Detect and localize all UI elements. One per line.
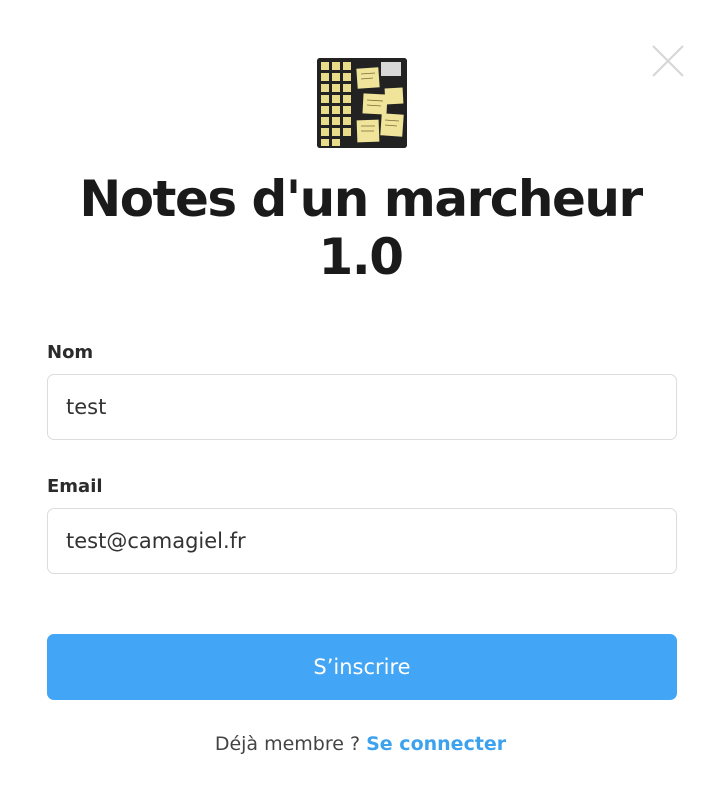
close-icon[interactable] — [652, 45, 684, 77]
signup-button[interactable]: S’inscrire — [47, 634, 677, 700]
title-line-2: 1.0 — [318, 228, 404, 286]
app-logo — [317, 58, 407, 148]
sticky-notes-board-icon — [317, 58, 407, 148]
email-label: Email — [47, 476, 103, 497]
name-label: Nom — [47, 342, 94, 363]
close-button[interactable] — [652, 45, 684, 77]
signup-modal: Notes d'un marcheur 1.0 Nom Email S’insc… — [0, 0, 721, 802]
page-title: Notes d'un marcheur 1.0 — [40, 170, 681, 286]
login-prompt-text: Déjà membre ? — [214, 733, 361, 755]
name-field[interactable] — [47, 374, 677, 440]
login-link[interactable]: Se connecter — [366, 733, 506, 755]
email-field[interactable] — [47, 508, 677, 574]
login-prompt: Déjà membre ? Se connecter — [0, 733, 721, 755]
title-line-1: Notes d'un marcheur — [79, 170, 643, 228]
